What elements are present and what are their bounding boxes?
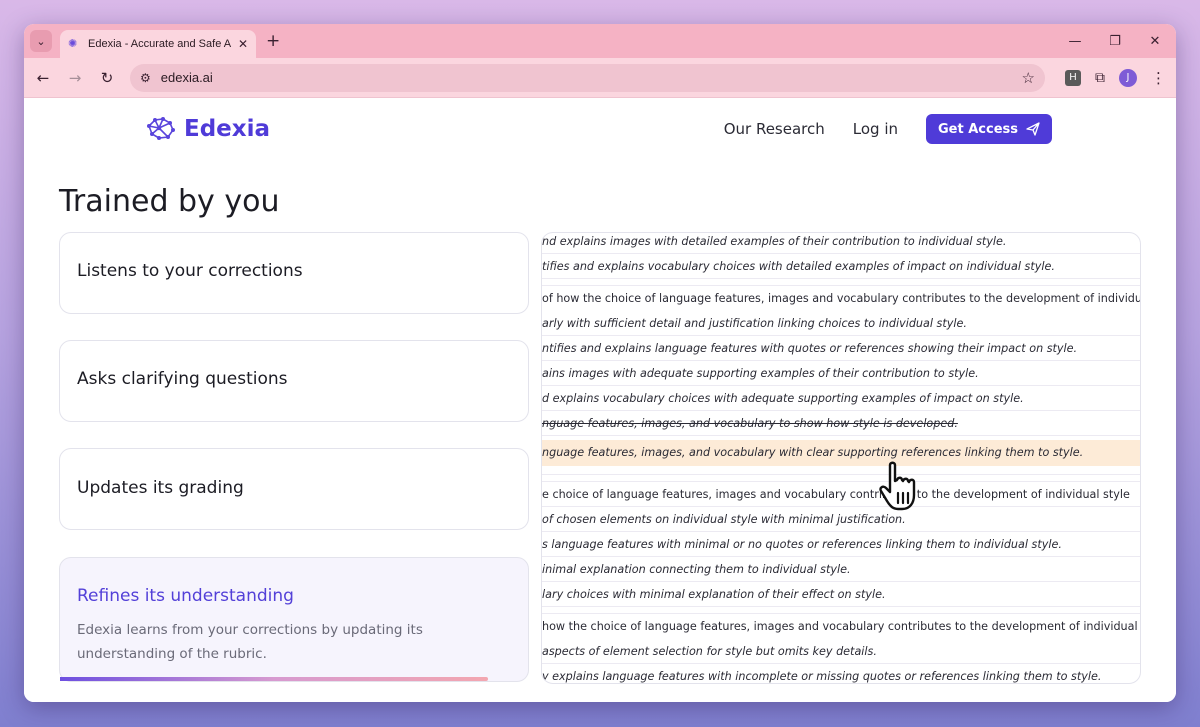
rubric-line[interactable]: how the choice of language features, ima… — [542, 620, 1140, 633]
feature-card-questions[interactable]: Asks clarifying questions — [59, 340, 529, 422]
browser-tab[interactable]: ✺ Edexia - Accurate and Safe AI E ✕ — [60, 30, 256, 58]
send-icon — [1026, 122, 1040, 136]
nav-our-research[interactable]: Our Research — [724, 120, 825, 138]
rubric-separator — [542, 556, 1140, 557]
address-bar[interactable]: ⚙ edexia.ai ☆ — [130, 63, 1045, 92]
feature-card-corrections[interactable]: Listens to your corrections — [59, 232, 529, 314]
rubric-separator — [542, 253, 1140, 254]
url-text[interactable]: edexia.ai — [161, 70, 1012, 85]
rubric-separator — [542, 474, 1140, 475]
close-icon[interactable]: ✕ — [238, 37, 248, 51]
feature-progress-bar — [60, 677, 488, 681]
rubric-separator — [542, 506, 1140, 507]
rubric-line[interactable]: aspects of element selection for style b… — [542, 645, 1140, 658]
rubric-separator — [542, 360, 1140, 361]
rubric-separator — [542, 385, 1140, 386]
rubric-line[interactable]: ains images with adequate supporting exa… — [542, 367, 1140, 380]
rubric-separator — [542, 335, 1140, 336]
rubric-panel[interactable]: nd explains images with detailed example… — [541, 232, 1141, 684]
rubric-separator — [542, 606, 1140, 607]
chevron-down-icon: ⌄ — [36, 34, 46, 48]
edexia-favicon: ✺ — [68, 38, 78, 50]
rubric-line[interactable]: e choice of language features, images an… — [542, 488, 1140, 501]
browser-window: ⌄ ✺ Edexia - Accurate and Safe AI E ✕ + … — [24, 24, 1176, 702]
browser-toolbar: ← → ↻ ⚙ edexia.ai ☆ H ⧉ J ⋮ — [24, 58, 1176, 98]
tab-strip: ⌄ ✺ Edexia - Accurate and Safe AI E ✕ + … — [24, 24, 1176, 58]
get-access-button[interactable]: Get Access — [926, 114, 1052, 144]
rubric-separator — [542, 481, 1140, 482]
rubric-line[interactable]: s language features with minimal or no q… — [542, 538, 1140, 551]
kebab-menu-icon[interactable]: ⋮ — [1151, 69, 1166, 87]
rubric-line[interactable]: lary choices with minimal explanation of… — [542, 588, 1140, 601]
feature-description: Edexia learns from your corrections by u… — [77, 622, 423, 662]
rubric-line[interactable]: arly with sufficient detail and justific… — [542, 317, 1140, 330]
page-title: Trained by you — [59, 184, 280, 219]
reload-icon[interactable]: ↻ — [98, 69, 116, 87]
rubric-separator — [542, 613, 1140, 614]
feature-title: Refines its understanding — [77, 586, 294, 606]
rubric-line[interactable]: y explains language features with incomp… — [542, 670, 1140, 683]
rubric-line[interactable]: d explains vocabulary choices with adequ… — [542, 392, 1140, 405]
site-header: Edexia Our Research Log in Get Access — [24, 98, 1176, 160]
rubric-line[interactable]: inimal explanation connecting them to in… — [542, 563, 1140, 576]
close-window-icon[interactable]: ✕ — [1148, 34, 1162, 49]
feature-card-grading[interactable]: Updates its grading — [59, 448, 529, 530]
forward-icon[interactable]: → — [66, 69, 84, 87]
brain-logo-icon — [147, 117, 175, 140]
extension-h-icon[interactable]: H — [1065, 69, 1081, 86]
rubric-line[interactable]: nguage features, images, and vocabulary … — [542, 446, 1140, 459]
feature-card-understanding[interactable]: Refines its understanding Edexia learns … — [59, 557, 529, 682]
restore-icon[interactable]: ❐ — [1108, 34, 1122, 49]
site-settings-icon[interactable]: ⚙ — [140, 71, 151, 85]
minimize-icon[interactable]: — — [1068, 34, 1082, 49]
back-icon[interactable]: ← — [34, 69, 52, 87]
main-nav: Our Research Log in Get Access — [724, 114, 1052, 144]
rubric-separator — [542, 435, 1140, 436]
get-access-label: Get Access — [938, 121, 1018, 137]
window-controls: — ❐ ✕ — [1068, 24, 1168, 58]
rubric-separator — [542, 410, 1140, 411]
feature-title: Listens to your corrections — [77, 261, 303, 281]
feature-title: Asks clarifying questions — [77, 369, 288, 389]
tab-search-button[interactable]: ⌄ — [30, 30, 52, 52]
rubric-line[interactable]: tifies and explains vocabulary choices w… — [542, 260, 1140, 273]
rubric-line[interactable]: nd explains images with detailed example… — [542, 235, 1140, 248]
tab-title: Edexia - Accurate and Safe AI E — [88, 38, 232, 50]
hand-pointer-icon — [879, 461, 916, 511]
web-page: Edexia Our Research Log in Get Access Tr… — [24, 98, 1176, 702]
logo[interactable]: Edexia — [144, 112, 270, 146]
rubric-separator — [542, 278, 1140, 279]
rubric-separator — [542, 663, 1140, 664]
feature-title: Updates its grading — [77, 478, 244, 498]
nav-login[interactable]: Log in — [853, 120, 898, 138]
rubric-line[interactable]: of how the choice of language features, … — [542, 292, 1140, 305]
rubric-separator — [542, 285, 1140, 286]
rubric-line[interactable]: of chosen elements on individual style w… — [542, 513, 1140, 526]
rubric-line[interactable]: nguage features, images, and vocabulary … — [542, 417, 1140, 430]
logo-text: Edexia — [184, 116, 271, 142]
plus-icon[interactable]: + — [266, 31, 280, 51]
rubric-line[interactable]: ntifies and explains language features w… — [542, 342, 1140, 355]
rubric-separator — [542, 531, 1140, 532]
rubric-separator — [542, 581, 1140, 582]
star-icon[interactable]: ☆ — [1022, 69, 1035, 87]
puzzle-icon[interactable]: ⧉ — [1095, 70, 1105, 86]
avatar[interactable]: J — [1119, 68, 1137, 87]
